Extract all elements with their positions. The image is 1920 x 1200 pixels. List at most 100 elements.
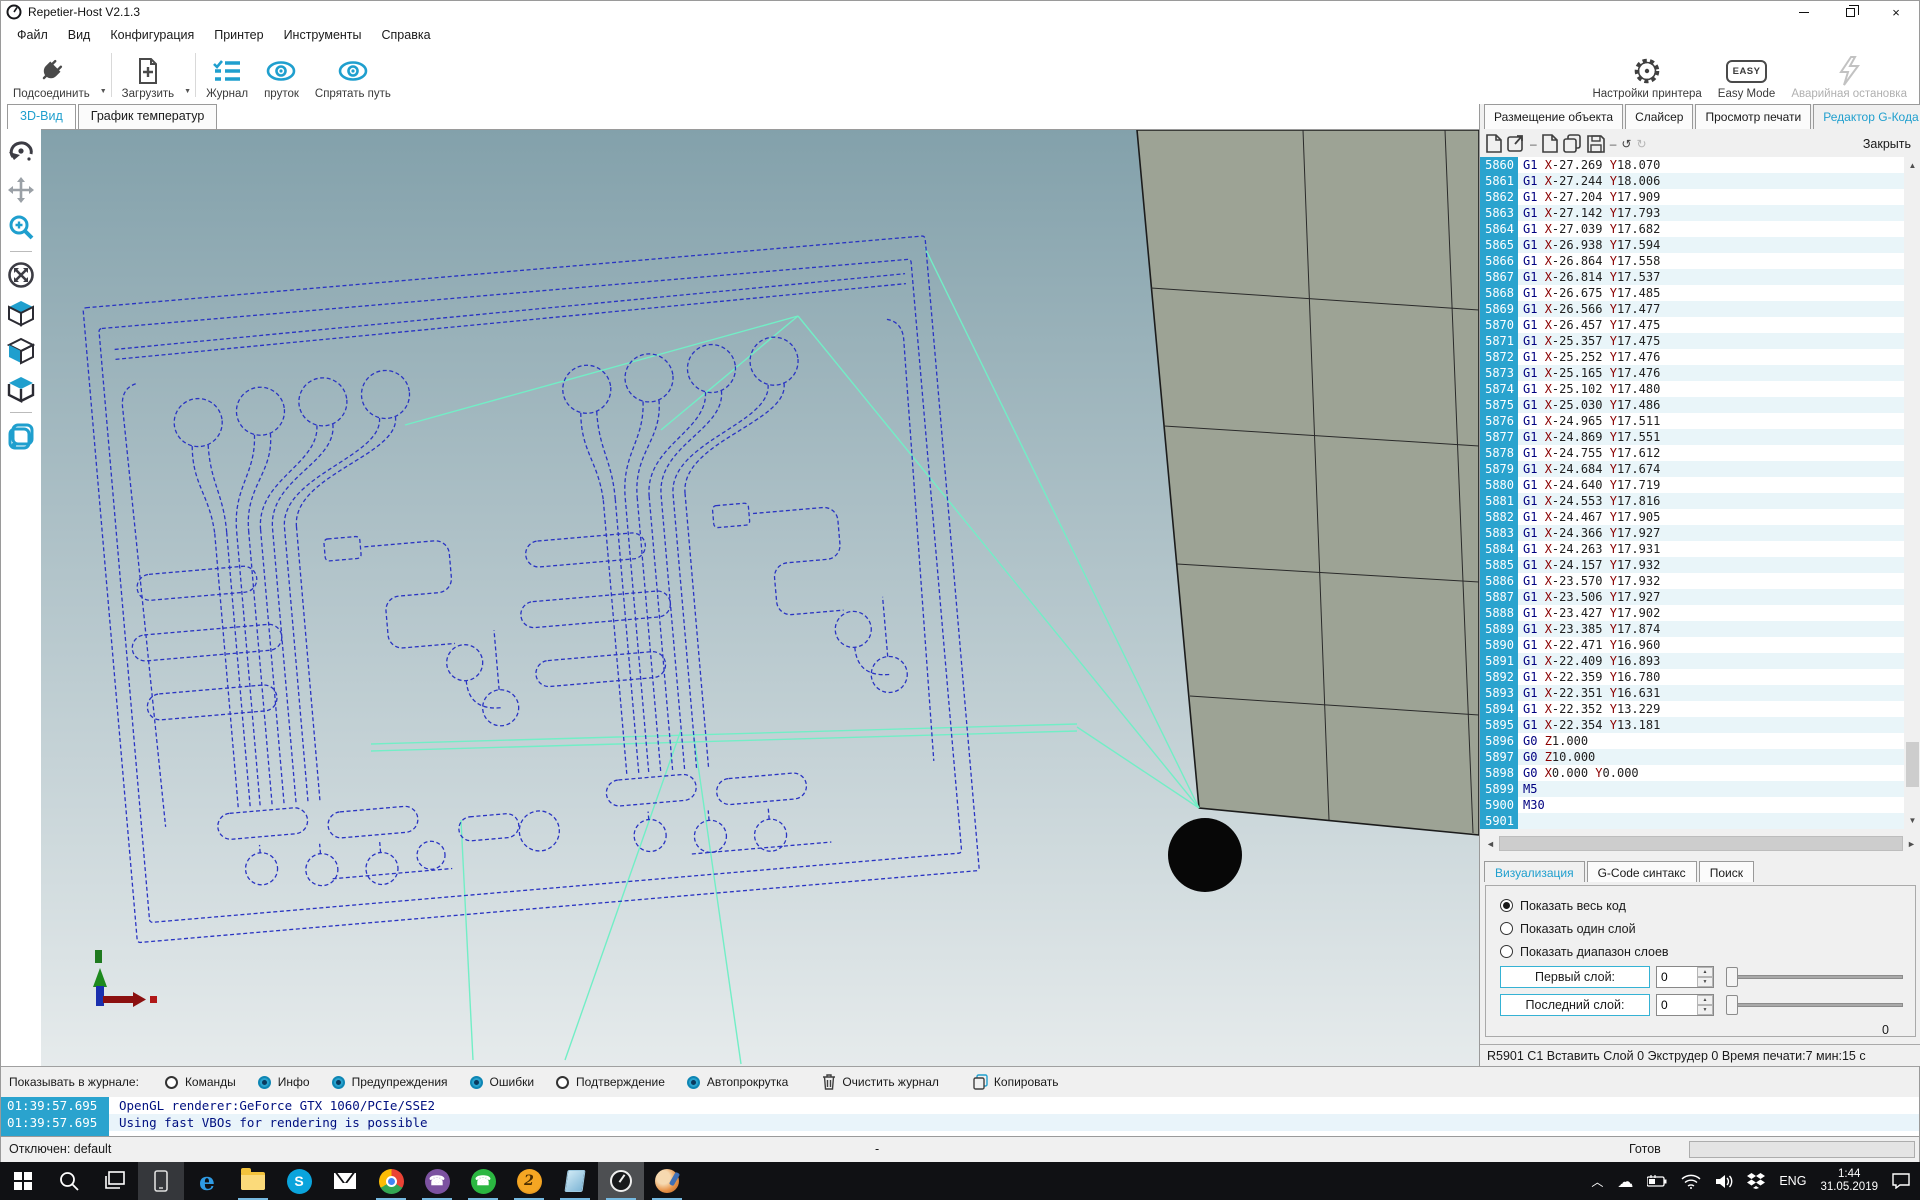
menu-item-1[interactable]: Вид xyxy=(58,25,101,45)
scroll-right-icon[interactable]: ► xyxy=(1903,839,1920,849)
onedrive-icon[interactable]: ☁ xyxy=(1617,1172,1633,1191)
close-button[interactable]: × xyxy=(1873,1,1919,23)
gcode-line[interactable]: 5890G1 X-22.471 Y16.960 xyxy=(1480,637,1905,653)
radio-option-1[interactable]: Показать один слой xyxy=(1500,917,1905,940)
clock[interactable]: 1:44 31.05.2019 xyxy=(1820,1168,1878,1194)
fit-view-icon[interactable] xyxy=(4,258,38,292)
gcode-line[interactable]: 5888G1 X-23.427 Y17.902 xyxy=(1480,605,1905,621)
gcode-line[interactable]: 5869G1 X-26.566 Y17.477 xyxy=(1480,301,1905,317)
zoom-view-icon[interactable] xyxy=(4,211,38,245)
gcode-line[interactable]: 5877G1 X-24.869 Y17.551 xyxy=(1480,429,1905,445)
undo-icon[interactable]: ↺ xyxy=(1621,137,1631,151)
log-toggle-2[interactable]: Предупреждения xyxy=(332,1075,448,1089)
gcode-line[interactable]: 5885G1 X-24.157 Y17.932 xyxy=(1480,557,1905,573)
load-dropdown[interactable]: ▼ xyxy=(182,47,193,103)
gcode-line[interactable]: 5900M30 xyxy=(1480,797,1905,813)
menu-item-5[interactable]: Справка xyxy=(372,25,441,45)
gcode-vertical-scrollbar[interactable]: ▲ ▼ xyxy=(1904,157,1920,829)
gcode-line[interactable]: 5891G1 X-22.409 Y16.893 xyxy=(1480,653,1905,669)
toggle-icon[interactable] xyxy=(332,1076,345,1089)
gcode-line[interactable]: 5892G1 X-22.359 Y16.780 xyxy=(1480,669,1905,685)
gcode-line[interactable]: 5864G1 X-27.039 Y17.682 xyxy=(1480,221,1905,237)
top-view-icon[interactable] xyxy=(4,372,38,406)
2gis-button[interactable]: 2 xyxy=(506,1162,552,1200)
first-layer-slider[interactable] xyxy=(1726,967,1903,987)
gcode-line[interactable]: 5887G1 X-23.506 Y17.927 xyxy=(1480,589,1905,605)
battery-icon[interactable] xyxy=(1647,1175,1667,1187)
dropbox-icon[interactable] xyxy=(1747,1173,1765,1189)
log-toggle-4[interactable]: Подтверждение xyxy=(556,1075,665,1089)
gcode-line[interactable]: 5889G1 X-23.385 Y17.874 xyxy=(1480,621,1905,637)
viber-button[interactable]: ☎ xyxy=(414,1162,460,1200)
menu-item-4[interactable]: Инструменты xyxy=(274,25,372,45)
new-gcode-icon[interactable] xyxy=(1486,134,1502,153)
gcode-line[interactable]: 5883G1 X-24.366 Y17.927 xyxy=(1480,525,1905,541)
radio-icon[interactable] xyxy=(1500,945,1513,958)
first-layer-spinner[interactable]: 0 ▲▼ xyxy=(1656,966,1714,988)
copy-log-button[interactable]: Копировать xyxy=(973,1074,1059,1090)
redo-icon[interactable]: ↻ xyxy=(1636,137,1646,151)
gcode-line[interactable]: 5899M5 xyxy=(1480,781,1905,797)
chrome-button[interactable] xyxy=(368,1162,414,1200)
gcode-line[interactable]: 5881G1 X-24.553 Y17.816 xyxy=(1480,493,1905,509)
right-tab-0[interactable]: Размещение объекта xyxy=(1484,104,1623,129)
gcode-line[interactable]: 5886G1 X-23.570 Y17.932 xyxy=(1480,573,1905,589)
notes-button[interactable] xyxy=(552,1162,598,1200)
gcode-line[interactable]: 5862G1 X-27.204 Y17.909 xyxy=(1480,189,1905,205)
scroll-left-icon[interactable]: ◄ xyxy=(1482,839,1499,849)
volume-icon[interactable] xyxy=(1715,1174,1733,1189)
edge-button[interactable]: e xyxy=(184,1162,230,1200)
log-toggle-1[interactable]: Инфо xyxy=(258,1075,310,1089)
wifi-icon[interactable] xyxy=(1681,1174,1701,1189)
menu-item-3[interactable]: Принтер xyxy=(204,25,273,45)
clear-log-button[interactable]: Очистить журнал xyxy=(822,1074,939,1090)
gcode-horizontal-scrollbar[interactable]: ◄ ► xyxy=(1482,835,1920,852)
toggle-icon[interactable] xyxy=(258,1076,271,1089)
toggle-frames-icon[interactable] xyxy=(4,419,38,453)
connect-button[interactable]: Подсоединить xyxy=(5,47,98,103)
gcode-line[interactable]: 5865G1 X-26.938 Y17.594 xyxy=(1480,237,1905,253)
radio-option-0[interactable]: Показать весь код xyxy=(1500,894,1905,917)
repetier-host-button[interactable] xyxy=(598,1162,644,1200)
right-tab-3[interactable]: Редактор G-Кода xyxy=(1813,104,1920,129)
visual-tab-0[interactable]: Визуализация xyxy=(1484,861,1585,882)
gcode-line[interactable]: 5882G1 X-24.467 Y17.905 xyxy=(1480,509,1905,525)
gcode-listing[interactable]: 5860G1 X-27.269 Y18.0705861G1 X-27.244 Y… xyxy=(1480,157,1905,829)
toggle-icon[interactable] xyxy=(556,1076,569,1089)
printer-settings-button[interactable]: Настройки принтера xyxy=(1584,47,1709,103)
spin-up-icon[interactable]: ▲ xyxy=(1697,967,1713,977)
log-toggle-3[interactable]: Ошибки xyxy=(470,1075,535,1089)
gcode-line[interactable]: 5875G1 X-25.030 Y17.486 xyxy=(1480,397,1905,413)
load-button[interactable]: Загрузить xyxy=(114,47,183,103)
toggle-icon[interactable] xyxy=(687,1076,700,1089)
action-center-icon[interactable] xyxy=(1892,1173,1910,1189)
rotate-view-icon[interactable] xyxy=(4,135,38,169)
easy-mode-button[interactable]: EASY Easy Mode xyxy=(1710,47,1784,103)
gcode-line[interactable]: 5878G1 X-24.755 Y17.612 xyxy=(1480,445,1905,461)
right-tab-2[interactable]: Просмотр печати xyxy=(1695,104,1811,129)
gcode-line[interactable]: 5872G1 X-25.252 Y17.476 xyxy=(1480,349,1905,365)
export-gcode-icon[interactable] xyxy=(1507,134,1525,153)
language-indicator[interactable]: ENG xyxy=(1779,1174,1806,1188)
toggle-icon[interactable] xyxy=(165,1076,178,1089)
open-gcode-icon[interactable] xyxy=(1542,134,1558,153)
gcode-line[interactable]: 5874G1 X-25.102 Y17.480 xyxy=(1480,381,1905,397)
gcode-line[interactable]: 5861G1 X-27.244 Y18.006 xyxy=(1480,173,1905,189)
paint-button[interactable] xyxy=(644,1162,690,1200)
isometric-view-icon[interactable] xyxy=(4,296,38,330)
gcode-line[interactable]: 5866G1 X-26.864 Y17.558 xyxy=(1480,253,1905,269)
tray-overflow-icon[interactable]: ︿ xyxy=(1591,1173,1603,1190)
log-toggle-5[interactable]: Автопрокрутка xyxy=(687,1075,788,1089)
close-editor-button[interactable]: Закрыть xyxy=(1859,135,1915,153)
copy-gcode-icon[interactable] xyxy=(1563,134,1582,153)
spin-up-icon[interactable]: ▲ xyxy=(1697,995,1713,1005)
search-button[interactable] xyxy=(46,1162,92,1200)
radio-icon[interactable] xyxy=(1500,922,1513,935)
radio-option-2[interactable]: Показать диапазон слоев xyxy=(1500,940,1905,963)
gcode-line[interactable]: 5860G1 X-27.269 Y18.070 xyxy=(1480,157,1905,173)
save-gcode-icon[interactable] xyxy=(1587,135,1605,153)
gcode-line[interactable]: 5896G0 Z1.000 xyxy=(1480,733,1905,749)
spin-down-icon[interactable]: ▼ xyxy=(1697,977,1713,987)
right-tab-1[interactable]: Слайсер xyxy=(1625,104,1693,129)
gcode-line[interactable]: 5897G0 Z10.000 xyxy=(1480,749,1905,765)
